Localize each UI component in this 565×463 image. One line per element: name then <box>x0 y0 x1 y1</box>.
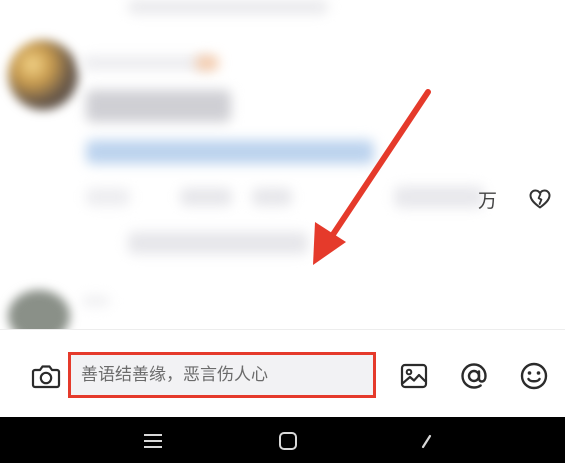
home-icon <box>279 432 297 450</box>
image-icon <box>400 363 428 389</box>
nav-home-button[interactable] <box>274 429 302 453</box>
nav-menu-button[interactable] <box>139 429 167 453</box>
nav-back-button[interactable] <box>412 429 440 453</box>
camera-icon <box>31 365 61 389</box>
menu-icon <box>144 434 162 448</box>
like-count-glyph: 万 <box>478 190 498 212</box>
reply-button[interactable] <box>252 188 292 206</box>
avatar[interactable] <box>8 40 78 110</box>
system-navigation-bar <box>0 417 565 463</box>
comment-input-bar <box>0 329 565 418</box>
comment-text <box>86 90 231 122</box>
previous-comment-fragment <box>128 0 328 14</box>
comment-username[interactable] <box>82 296 110 306</box>
comment-username[interactable] <box>82 56 212 70</box>
at-mention-icon <box>461 363 487 389</box>
heart-broken-icon[interactable] <box>528 187 552 211</box>
comment-input[interactable] <box>68 352 376 398</box>
emoji-button[interactable] <box>516 358 552 394</box>
image-button[interactable] <box>396 358 432 394</box>
like-count-area[interactable] <box>394 186 484 208</box>
comment-time <box>86 188 130 206</box>
mention-button[interactable] <box>456 358 492 394</box>
emoji-icon <box>520 362 548 390</box>
comment-location <box>180 188 232 206</box>
comment-link[interactable] <box>86 140 374 164</box>
back-icon <box>421 434 432 449</box>
user-badge <box>196 56 218 70</box>
camera-button[interactable] <box>28 358 64 394</box>
view-replies-link[interactable] <box>128 232 308 254</box>
